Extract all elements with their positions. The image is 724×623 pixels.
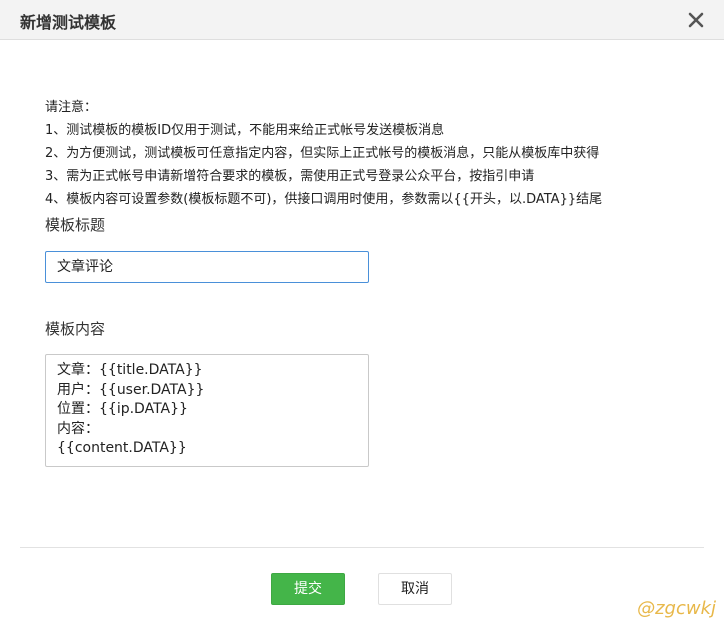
dialog-title: 新增测试模板 [20,13,117,32]
notice-heading: 请注意： [45,100,98,115]
notice-item: 1、测试模板的模板ID仅用于测试，不能用来给正式帐号发送模板消息 [45,123,445,138]
notice-item: 4、模板内容可设置参数(模板标题不可)，供接口调用时使用，参数需以{{开头，以.… [45,192,603,207]
close-icon[interactable] [688,12,704,28]
add-test-template-dialog: 新增测试模板 请注意： 1、测试模板的模板ID仅用于测试，不能用来给正式帐号发送… [0,0,724,623]
cancel-button[interactable]: 取消 [378,573,452,605]
submit-button[interactable]: 提交 [271,573,345,605]
notice-text: 请注意： 1、测试模板的模板ID仅用于测试，不能用来给正式帐号发送模板消息 2、… [45,96,602,211]
watermark: @zgcwkj [637,598,716,619]
template-content-label: 模板内容 [45,320,106,338]
notice-item: 3、需为正式帐号申请新增符合要求的模板，需使用正式号登录公众平台，按指引申请 [45,169,535,184]
template-title-label: 模板标题 [45,216,106,234]
footer-divider [20,547,704,548]
template-title-input[interactable]: 文章评论 [45,251,369,283]
template-content-textarea[interactable]: 文章：{{title.DATA}} 用户：{{user.DATA}} 位置：{{… [45,354,369,467]
dialog-titlebar: 新增测试模板 [0,0,724,40]
notice-item: 2、为方便测试，测试模板可任意指定内容，但实际上正式帐号的模板消息，只能从模板库… [45,146,600,161]
